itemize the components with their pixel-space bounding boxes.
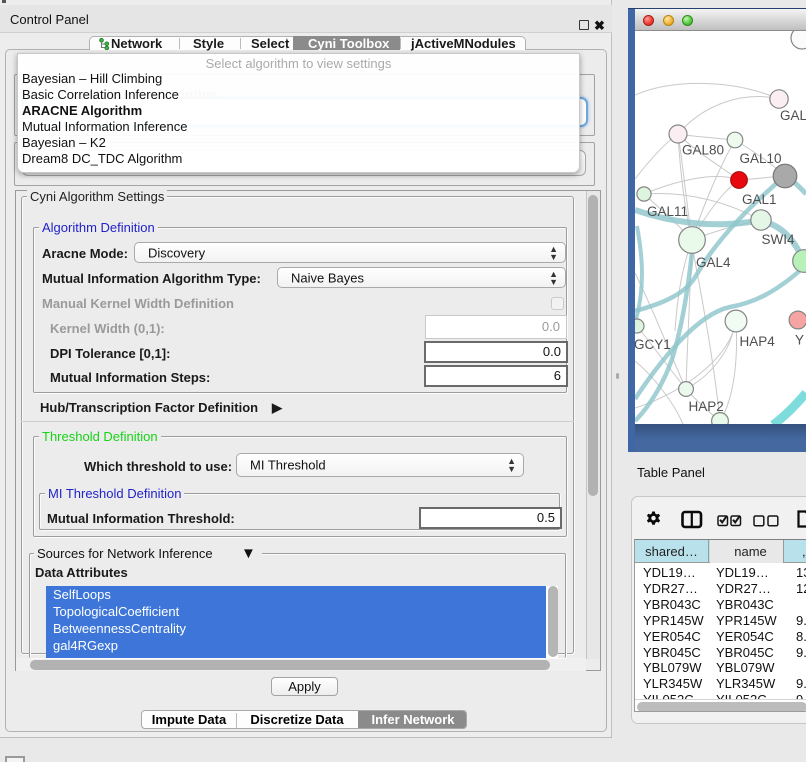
svg-text:GAL1: GAL1 [742,192,777,207]
svg-text:GAL80: GAL80 [682,143,724,158]
svg-text:HAP2: HAP2 [689,399,724,414]
svg-text:GAL4: GAL4 [696,255,731,270]
svg-text:Y: Y [795,333,804,348]
svg-text:GCY1: GCY1 [635,337,671,352]
svg-text:GAL10: GAL10 [740,151,782,166]
svg-text:SWI4: SWI4 [762,232,795,247]
svg-text:GAL7: GAL7 [780,108,806,123]
svg-text:HAP4: HAP4 [740,334,776,349]
svg-text:GAL11: GAL11 [647,204,688,219]
